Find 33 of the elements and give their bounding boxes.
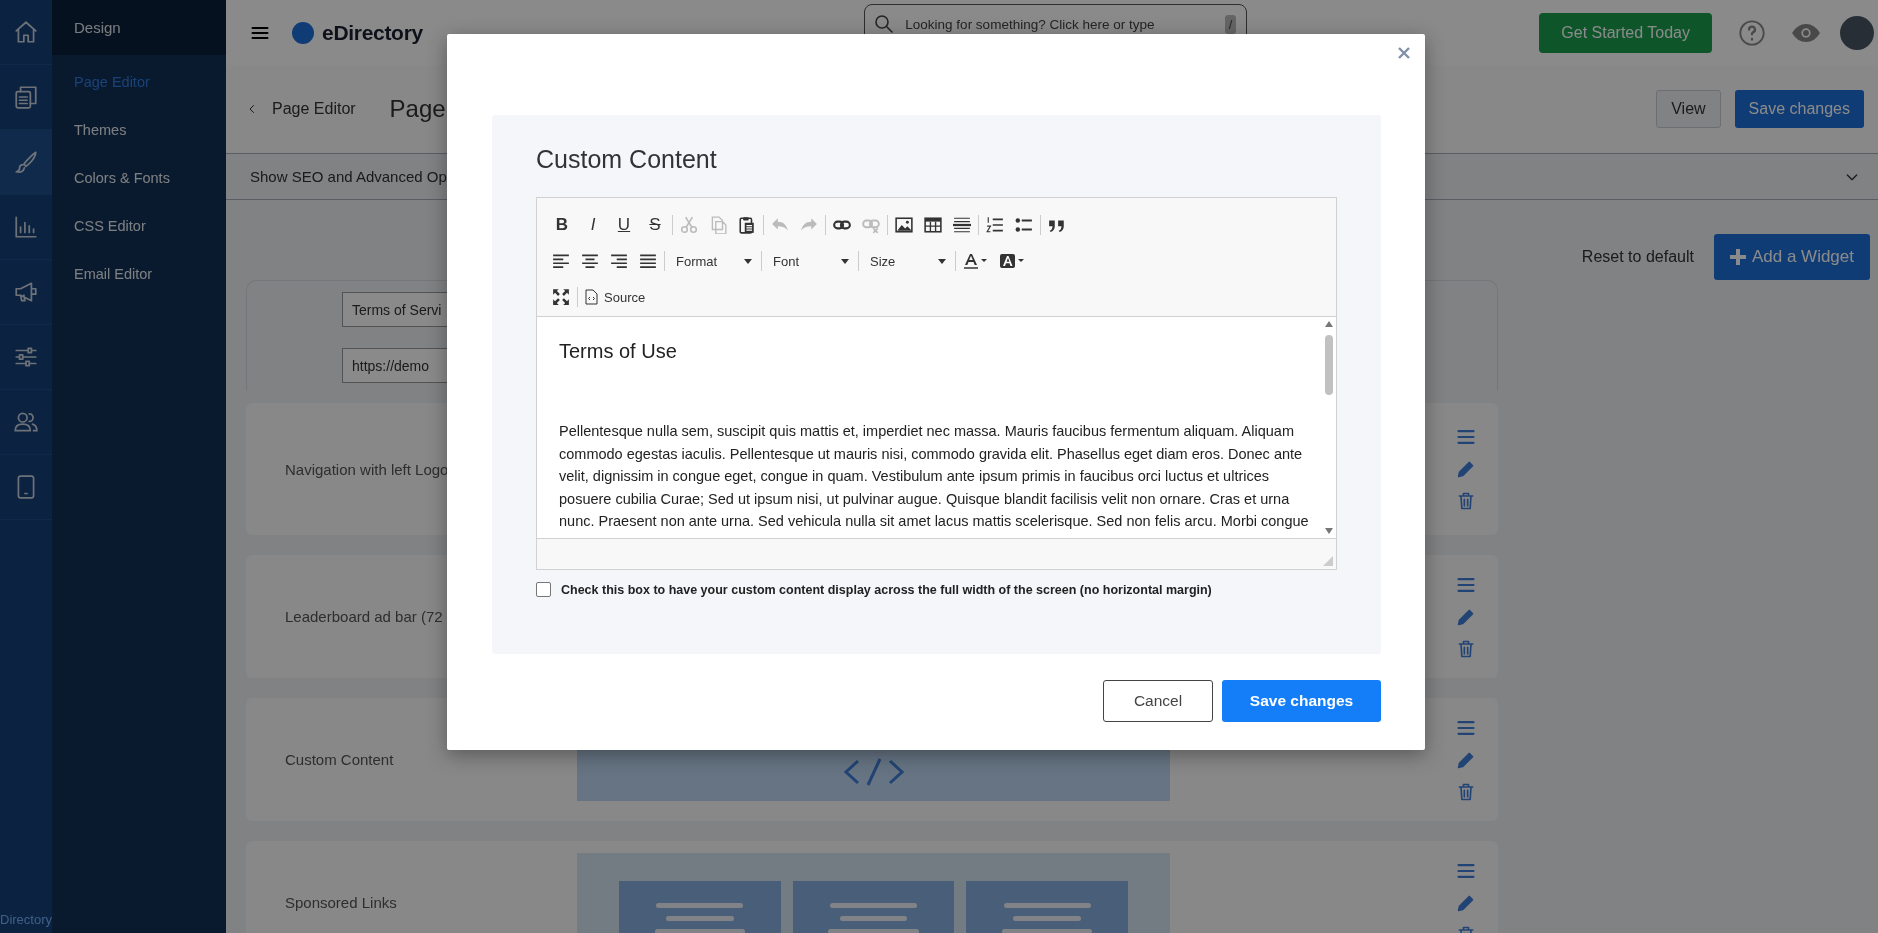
- bold-button[interactable]: B: [552, 215, 572, 235]
- save-button[interactable]: Save changes: [1222, 680, 1381, 722]
- sidebar-title: Design: [52, 0, 226, 55]
- content-paragraph: Pellentesque nulla sem, suscipit quis mattis et, imperdiet nec massa. Mauris faucibus fermentum aliquam. Aliquam commodo egestas iaculis. Pellentesque ut mauris nisi, commodo gravida elit. Phasellus eget diam eros. Donec ante velit, dignissim in congue eget, congue in quam. Vestibulum ante ipsum primis in faucibus orci luctus et ultrices posuere cubilia Curae; Sed ut ipsum nisi, ut pulvinar augue. Quisque blandit facilisis velit non ornare. Cras et urna nunc. Praesent non ante urna. Sed vehicula nulla sit amet lacus mattis scelerisque. Sed non felis arcu. Morbi congue: [559, 422, 1310, 531]
- cancel-button[interactable]: Cancel: [1103, 680, 1213, 722]
- modal-title: Custom Content: [536, 145, 718, 175]
- toolbar-dropdown[interactable]: Font: [769, 253, 851, 269]
- content-heading: Terms of Use: [559, 340, 677, 363]
- brand-text: Directory: [0, 912, 52, 929]
- strike-button[interactable]: S: [645, 215, 665, 235]
- sidebar-item[interactable]: Colors & Fonts: [52, 154, 226, 202]
- back-link[interactable]: Page Editor: [246, 100, 356, 118]
- italic-button[interactable]: I: [583, 215, 603, 235]
- source-button[interactable]: Source: [585, 289, 646, 305]
- widget-label: Custom Content: [285, 751, 395, 768]
- full-width-checkbox[interactable]: Check this box to have your custom content display across the full width of the screen (no horizontal margin): [536, 582, 1337, 597]
- sidebar-item[interactable]: Themes: [52, 106, 226, 154]
- widget-label: Navigation with left Logo: [285, 460, 450, 478]
- logo-text: eDirectory: [322, 20, 423, 45]
- reset-link[interactable]: Reset to default: [1581, 248, 1694, 266]
- sidebar-item[interactable]: CSS Editor: [52, 202, 226, 250]
- page-title: Page: [389, 95, 446, 123]
- get-started-button[interactable]: Get Started Today: [1539, 12, 1712, 53]
- add-widget-button[interactable]: Add a Widget: [1713, 234, 1870, 280]
- view-button[interactable]: View: [1656, 90, 1721, 128]
- toolbar-dropdown[interactable]: Format: [672, 253, 754, 269]
- toolbar-dropdown[interactable]: Size: [866, 253, 948, 269]
- widget-label: Sponsored Links: [285, 894, 398, 911]
- widget-label: Leaderboard ad bar (72: [285, 608, 444, 625]
- underline-button[interactable]: U: [614, 215, 634, 235]
- shortcut-key: /: [1224, 14, 1237, 34]
- save-button[interactable]: Save changes: [1734, 90, 1864, 128]
- sidebar-item[interactable]: Email Editor: [52, 250, 226, 298]
